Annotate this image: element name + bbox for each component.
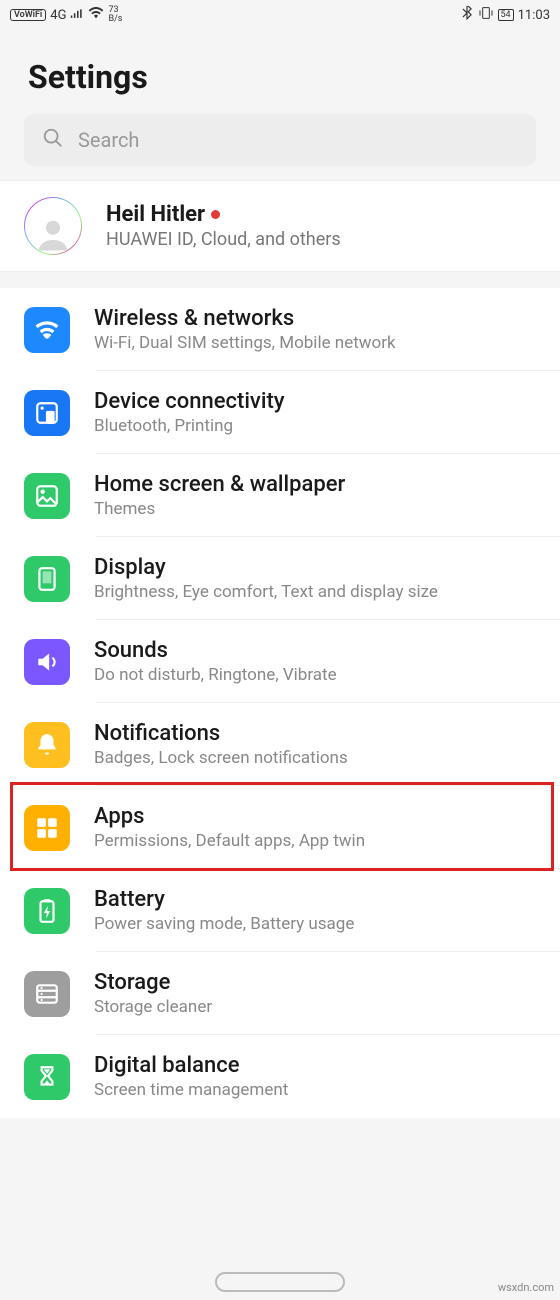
settings-item-digital-balance[interactable]: Digital balanceScreen time management <box>0 1035 560 1118</box>
watermark: wsxdn.com <box>498 1281 554 1294</box>
devices-icon <box>24 390 70 436</box>
status-left: VoWiFi 4G 73 B/s <box>10 5 122 25</box>
item-subtitle: Badges, Lock screen notifications <box>94 748 348 768</box>
nav-pill[interactable] <box>215 1272 345 1292</box>
item-text: AppsPermissions, Default apps, App twin <box>94 804 365 851</box>
item-title: Device connectivity <box>94 389 285 414</box>
item-text: Wireless & networksWi-Fi, Dual SIM setti… <box>94 306 396 353</box>
item-subtitle: Storage cleaner <box>94 997 212 1017</box>
status-bar: VoWiFi 4G 73 B/s 54 11:03 <box>0 0 560 30</box>
settings-item-wireless-networks[interactable]: Wireless & networksWi-Fi, Dual SIM setti… <box>0 288 560 371</box>
battery-indicator: 54 <box>498 9 514 21</box>
search-input[interactable]: Search <box>24 114 536 166</box>
hourglass-icon <box>24 1054 70 1100</box>
item-title: Display <box>94 555 438 580</box>
settings-item-device-connectivity[interactable]: Device connectivityBluetooth, Printing <box>0 371 560 454</box>
item-subtitle: Brightness, Eye comfort, Text and displa… <box>94 582 438 602</box>
notification-dot-icon <box>211 210 220 219</box>
item-text: Digital balanceScreen time management <box>94 1053 288 1100</box>
item-title: Sounds <box>94 638 337 663</box>
item-subtitle: Do not disturb, Ringtone, Vibrate <box>94 665 337 685</box>
item-title: Apps <box>94 804 365 829</box>
item-title: Home screen & wallpaper <box>94 472 345 497</box>
item-subtitle: Wi-Fi, Dual SIM settings, Mobile network <box>94 333 396 353</box>
item-subtitle: Bluetooth, Printing <box>94 416 285 436</box>
avatar <box>24 197 82 255</box>
bluetooth-icon <box>460 6 474 24</box>
settings-item-home-screen-wallpaper[interactable]: Home screen & wallpaperThemes <box>0 454 560 537</box>
vowifi-badge: VoWiFi <box>10 9 46 21</box>
vibrate-icon <box>478 5 494 25</box>
signal-icon <box>70 8 84 23</box>
item-text: DisplayBrightness, Eye comfort, Text and… <box>94 555 438 602</box>
data-speed: 73 B/s <box>108 6 122 24</box>
page-title: Settings <box>28 58 532 96</box>
item-subtitle: Themes <box>94 499 345 519</box>
account-desc: HUAWEI ID, Cloud, and others <box>106 229 341 250</box>
item-text: SoundsDo not disturb, Ringtone, Vibrate <box>94 638 337 685</box>
item-title: Notifications <box>94 721 348 746</box>
clock: 11:03 <box>518 8 550 23</box>
search-placeholder: Search <box>78 128 139 152</box>
item-title: Wireless & networks <box>94 306 396 331</box>
display-icon <box>24 556 70 602</box>
item-title: Battery <box>94 887 354 912</box>
item-text: Device connectivityBluetooth, Printing <box>94 389 285 436</box>
wifi-status-icon <box>88 5 104 25</box>
settings-item-storage[interactable]: StorageStorage cleaner <box>0 952 560 1035</box>
item-subtitle: Permissions, Default apps, App twin <box>94 831 365 851</box>
apps-icon <box>24 805 70 851</box>
account-text: Heil Hitler HUAWEI ID, Cloud, and others <box>106 202 341 250</box>
settings-list: Wireless & networksWi-Fi, Dual SIM setti… <box>0 288 560 1118</box>
bell-icon <box>24 722 70 768</box>
item-text: BatteryPower saving mode, Battery usage <box>94 887 354 934</box>
item-subtitle: Power saving mode, Battery usage <box>94 914 354 934</box>
wifi-icon <box>24 307 70 353</box>
item-title: Digital balance <box>94 1053 288 1078</box>
settings-item-apps[interactable]: AppsPermissions, Default apps, App twin <box>0 786 560 869</box>
item-text: StorageStorage cleaner <box>94 970 212 1017</box>
account-row[interactable]: Heil Hitler HUAWEI ID, Cloud, and others <box>0 180 560 272</box>
settings-item-display[interactable]: DisplayBrightness, Eye comfort, Text and… <box>0 537 560 620</box>
item-subtitle: Screen time management <box>94 1080 288 1100</box>
page-header: Settings <box>0 30 560 114</box>
settings-item-battery[interactable]: BatteryPower saving mode, Battery usage <box>0 869 560 952</box>
item-title: Storage <box>94 970 212 995</box>
settings-item-notifications[interactable]: NotificationsBadges, Lock screen notific… <box>0 703 560 786</box>
search-icon <box>42 127 64 153</box>
battery-icon <box>24 888 70 934</box>
network-type: 4G <box>50 8 66 23</box>
sound-icon <box>24 639 70 685</box>
status-right: 54 11:03 <box>460 5 551 25</box>
wallpaper-icon <box>24 473 70 519</box>
settings-item-sounds[interactable]: SoundsDo not disturb, Ringtone, Vibrate <box>0 620 560 703</box>
storage-icon <box>24 971 70 1017</box>
item-text: Home screen & wallpaperThemes <box>94 472 345 519</box>
account-name: Heil Hitler <box>106 202 205 227</box>
item-text: NotificationsBadges, Lock screen notific… <box>94 721 348 768</box>
account-name-row: Heil Hitler <box>106 202 341 227</box>
